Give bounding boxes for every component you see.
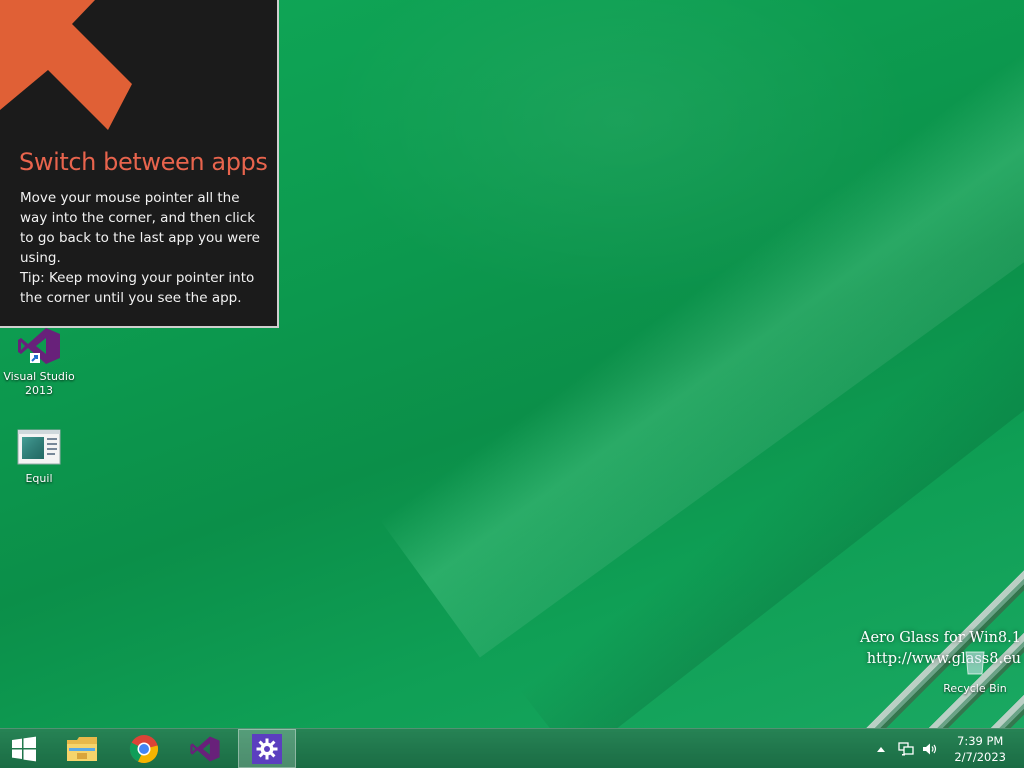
clock-date: 2/7/2023 (954, 750, 1006, 764)
switch-apps-tip-panel[interactable]: Switch between apps Move your mouse poin… (0, 0, 279, 328)
desktop-icon-visual-studio[interactable]: Visual Studio 2013 (1, 326, 77, 398)
taskbar-chrome[interactable] (116, 729, 172, 768)
tip-title: Switch between apps (19, 148, 268, 176)
gear-icon (252, 733, 282, 764)
watermark-line1: Aero Glass for Win8.1 (859, 630, 1021, 646)
file-explorer-icon (67, 736, 97, 761)
desktop-icon-label: Visual Studio 2013 (3, 370, 75, 397)
show-hidden-icons-icon[interactable] (874, 729, 888, 768)
visual-studio-icon (190, 735, 220, 762)
desktop-icon-label: Equil (25, 472, 53, 485)
tip-hint: Tip: Keep moving your pointer into the c… (20, 270, 255, 306)
recycle-bin-icon (952, 648, 998, 676)
arrow-up-left-icon (0, 0, 132, 130)
tip-body: Move your mouse pointer all the way into… (20, 188, 265, 308)
taskbar-file-explorer[interactable] (54, 729, 110, 768)
desktop-icon-label: Recycle Bin (943, 682, 1007, 695)
start-button[interactable] (0, 729, 48, 768)
taskbar-settings[interactable] (238, 729, 296, 768)
taskbar-visual-studio[interactable] (177, 729, 233, 768)
chrome-icon (129, 734, 159, 763)
equil-app-icon (16, 428, 62, 468)
taskbar: 7:39 PM 2/7/2023 (0, 728, 1024, 768)
volume-icon[interactable] (920, 729, 940, 768)
visual-studio-icon (16, 326, 62, 366)
network-icon[interactable] (896, 729, 916, 768)
tip-instruction: Move your mouse pointer all the way into… (20, 190, 260, 266)
clock-time: 7:39 PM (957, 734, 1004, 748)
windows-logo-icon (12, 736, 36, 761)
desktop-icon-equil[interactable]: Equil (1, 428, 77, 486)
desktop-icon-recycle-bin[interactable]: Recycle Bin (937, 648, 1013, 696)
taskbar-clock[interactable]: 7:39 PM 2/7/2023 (954, 733, 1006, 765)
